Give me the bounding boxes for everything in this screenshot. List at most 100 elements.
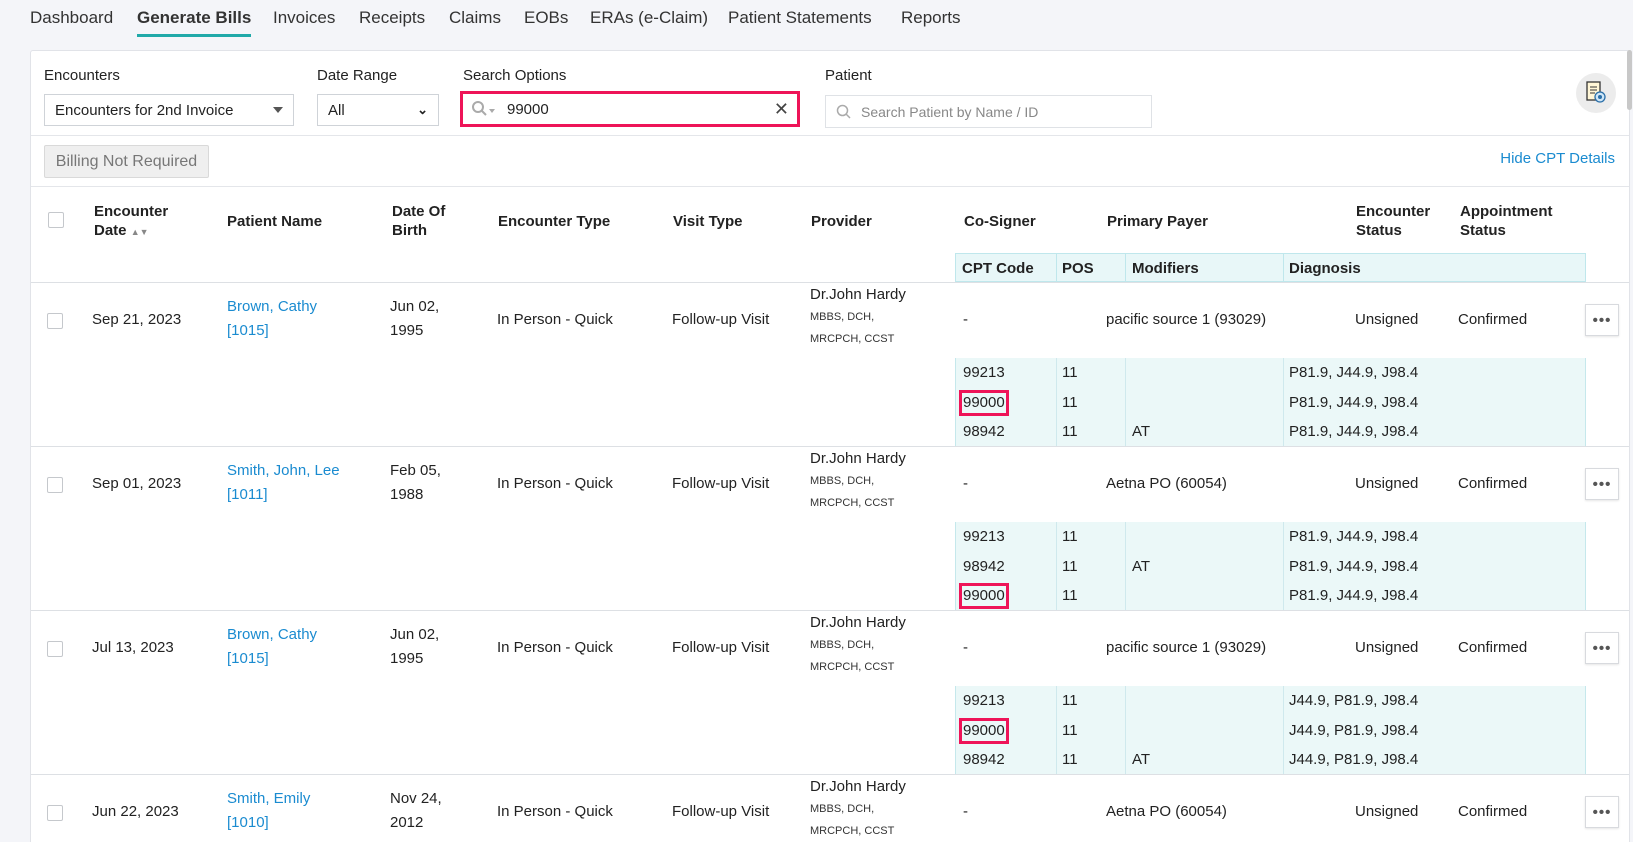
encounter-type: In Person - Quick xyxy=(497,803,613,820)
pos: 11 xyxy=(1062,557,1078,575)
appointment-status: Confirmed xyxy=(1458,311,1528,328)
encounter-date: Jun 22, 2023 xyxy=(92,803,179,820)
more-actions-button[interactable]: ••• xyxy=(1585,632,1619,664)
pos: 11 xyxy=(1062,721,1078,739)
encounters-select[interactable]: Encounters for 2nd Invoice xyxy=(44,94,294,126)
pos: 11 xyxy=(1062,423,1078,440)
row-checkbox[interactable] xyxy=(47,641,63,657)
nav-tab-eobs[interactable]: EOBs xyxy=(524,8,568,34)
row-checkbox[interactable] xyxy=(47,313,63,329)
table-row: Jun 22, 2023 Smith, Emily [1010] Nov 24, 201… xyxy=(31,774,1629,842)
encounters-label: Encounters xyxy=(44,67,120,84)
header-encounter-date[interactable]: Encounter Date ▲▼ xyxy=(94,202,174,242)
date-range-label: Date Range xyxy=(317,67,398,84)
provider-credentials: MRCPCH, CCST xyxy=(810,825,895,837)
diagnosis: P81.9, J44.9, J98.4 xyxy=(1289,393,1419,411)
header-encounter-type: Encounter Type xyxy=(498,213,611,230)
cpt-line: 99000 11 P81.9, J44.9, J98.4 xyxy=(956,581,1585,610)
patient-id-link[interactable]: [1015] xyxy=(227,647,269,671)
date-range-select[interactable]: All ⌄ xyxy=(317,94,439,126)
pos: 11 xyxy=(1062,587,1078,604)
patient-name-link[interactable]: Smith, John, Lee xyxy=(227,459,340,483)
patient-id-link[interactable]: [1015] xyxy=(227,319,269,343)
nav-tab-receipts[interactable]: Receipts xyxy=(359,8,425,34)
header-appointment-status: Appointment Status xyxy=(1460,203,1553,239)
billing-not-required-button[interactable]: Billing Not Required xyxy=(44,145,209,178)
cpt-line: 98942 11 AT J44.9, P81.9, J98.4 xyxy=(956,745,1585,774)
nav-tab-patient-statements[interactable]: Patient Statements xyxy=(728,8,872,34)
patient-name-link[interactable]: Brown, Cathy xyxy=(227,623,317,647)
sort-icon[interactable]: ▲▼ xyxy=(131,227,149,237)
patient-id-link[interactable]: [1010] xyxy=(227,811,269,835)
encounter-type: In Person - Quick xyxy=(497,311,613,328)
header-visit-type: Visit Type xyxy=(673,213,743,230)
pos: 11 xyxy=(1062,692,1078,709)
cpt-code: 99213 xyxy=(963,692,1005,709)
encounter-status: Unsigned xyxy=(1355,475,1419,492)
cpt-details: 99213 11 P81.9, J44.9, J98.4 98942 11 AT P81.9… xyxy=(955,522,1586,611)
diagnosis: J44.9, P81.9, J98.4 xyxy=(1289,751,1419,768)
modifiers: AT xyxy=(1132,423,1151,440)
hide-cpt-details-link[interactable]: Hide CPT Details xyxy=(1500,150,1615,167)
cpt-line: 99213 11 P81.9, J44.9, J98.4 xyxy=(956,522,1585,551)
search-value: 99000 xyxy=(507,100,549,118)
primary-payer: pacific source 1 (93029) xyxy=(1106,639,1267,656)
view-document-button[interactable] xyxy=(1576,73,1616,113)
cpt-code: 99213 xyxy=(963,528,1005,545)
cpt-details: 99213 11 J44.9, P81.9, J98.4 99000 11 J44.9, … xyxy=(955,686,1586,775)
search-options-icon[interactable] xyxy=(471,100,497,118)
date-of-birth: Feb 05, xyxy=(390,462,441,479)
diagnosis: P81.9, J44.9, J98.4 xyxy=(1289,528,1419,545)
provider-credentials: MRCPCH, CCST xyxy=(810,333,895,345)
primary-payer: pacific source 1 (93029) xyxy=(1106,311,1267,328)
nav-tab-dashboard[interactable]: Dashboard xyxy=(30,8,113,34)
provider-credentials: MBBS, DCH, xyxy=(810,639,875,651)
nav-tab-claims[interactable]: Claims xyxy=(449,8,501,34)
nav-tab-generate-bills[interactable]: Generate Bills xyxy=(137,8,252,37)
cpt-code-search-match: 99000 xyxy=(959,583,1009,609)
cpt-line: 99000 11 J44.9, P81.9, J98.4 xyxy=(956,716,1585,745)
generate-bills-panel: Encounters Encounters for 2nd Invoice Da… xyxy=(30,50,1630,842)
select-all-checkbox[interactable] xyxy=(48,212,64,228)
patient-placeholder: Search Patient by Name / ID xyxy=(861,103,1039,120)
diagnosis: P81.9, J44.9, J98.4 xyxy=(1289,423,1419,440)
provider-name: Dr.John Hardy xyxy=(810,778,906,795)
header-diagnosis: Diagnosis xyxy=(1289,260,1361,277)
row-checkbox[interactable] xyxy=(47,805,63,821)
patient-name-link[interactable]: Brown, Cathy xyxy=(227,295,317,319)
diagnosis: J44.9, P81.9, J98.4 xyxy=(1289,721,1419,739)
cpt-code-search-match: 99000 xyxy=(959,717,1009,744)
patient-name-link[interactable]: Smith, Emily xyxy=(227,787,310,811)
divider xyxy=(31,135,1629,136)
search-options-input[interactable]: 99000 ✕ xyxy=(460,91,800,127)
provider-name: Dr.John Hardy xyxy=(810,614,906,631)
encounter-status: Unsigned xyxy=(1355,639,1419,656)
more-actions-button[interactable]: ••• xyxy=(1585,468,1619,500)
scrollbar[interactable] xyxy=(1627,50,1632,110)
visit-type: Follow-up Visit xyxy=(672,311,770,328)
appointment-status: Confirmed xyxy=(1458,803,1528,820)
visit-type: Follow-up Visit xyxy=(672,475,770,492)
nav-tab-reports[interactable]: Reports xyxy=(901,8,961,34)
patient-id-link[interactable]: [1011] xyxy=(227,483,268,507)
patient-search-input[interactable]: Search Patient by Name / ID xyxy=(825,95,1152,128)
date-of-birth: Jun 02, xyxy=(390,298,440,315)
cpt-line: 98942 11 AT P81.9, J44.9, J98.4 xyxy=(956,552,1585,581)
date-of-birth: Jun 02, xyxy=(390,626,440,643)
more-actions-button[interactable]: ••• xyxy=(1585,796,1619,828)
cpt-line: 98942 11 AT P81.9, J44.9, J98.4 xyxy=(956,417,1585,446)
date-of-birth-year: 1988 xyxy=(390,486,424,503)
nav-tab-eras-e-claim[interactable]: ERAs (e-Claim) xyxy=(590,8,708,34)
primary-payer: Aetna PO (60054) xyxy=(1106,475,1227,492)
more-actions-button[interactable]: ••• xyxy=(1585,304,1619,336)
patient-label: Patient xyxy=(825,67,872,84)
clear-search-icon[interactable]: ✕ xyxy=(774,99,789,120)
divider xyxy=(1125,254,1126,281)
modifiers: AT xyxy=(1132,751,1151,768)
table-row: Jul 13, 2023 Brown, Cathy [1015] Jun 02, 199… xyxy=(31,610,1629,775)
nav-tab-invoices[interactable]: Invoices xyxy=(273,8,335,34)
header-provider: Provider xyxy=(811,213,872,230)
row-checkbox[interactable] xyxy=(47,477,63,493)
divider xyxy=(1056,254,1057,281)
diagnosis: P81.9, J44.9, J98.4 xyxy=(1289,557,1419,575)
